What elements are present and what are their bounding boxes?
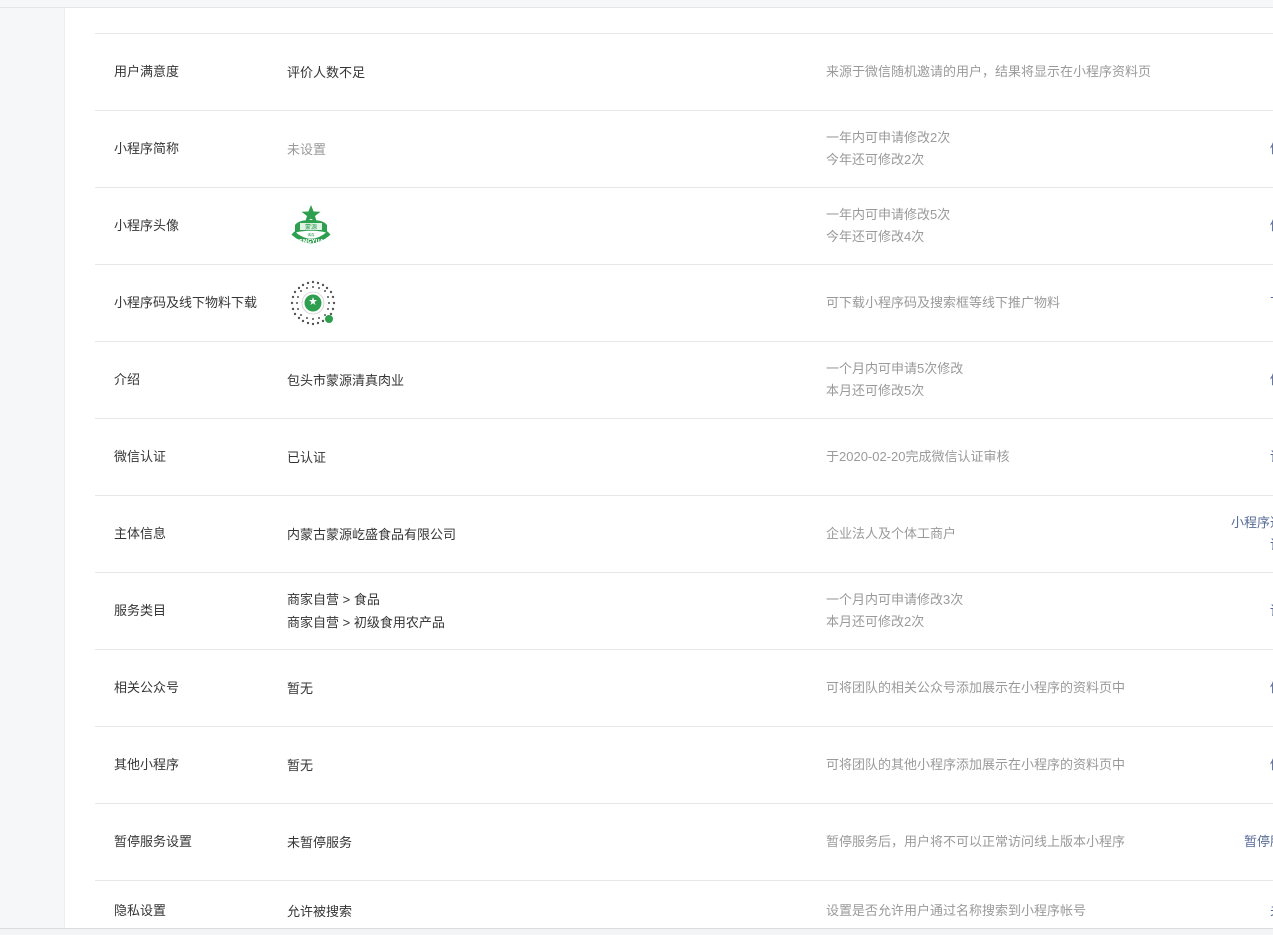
basic-settings-panel: 用户满意度 评价人数不足 来源于微信随机邀请的用户，结果将显示在小程序资料页 小… bbox=[65, 8, 1273, 928]
row-user-satisfaction: 用户满意度 评价人数不足 来源于微信随机邀请的用户，结果将显示在小程序资料页 bbox=[95, 33, 1273, 110]
row-pause-service: 暂停服务设置 未暂停服务 暂停服务后，用户将不可以正常访问线上版本小程序 暂停服 bbox=[95, 803, 1273, 880]
svg-text:MENGYUAN: MENGYUAN bbox=[294, 239, 329, 245]
row-description: 可将团队的其他小程序添加展示在小程序的资料页中 bbox=[826, 757, 1126, 772]
svg-text:清真: 清真 bbox=[308, 232, 316, 237]
row-description: 一个月内可申请修改3次 本月还可修改2次 bbox=[826, 592, 964, 629]
row-label: 微信认证 bbox=[114, 449, 167, 464]
row-label: 小程序简称 bbox=[114, 141, 180, 156]
row-description: 暂停服务后，用户将不可以正常访问线上版本小程序 bbox=[826, 834, 1126, 849]
row-value: 评价人数不足 bbox=[287, 64, 366, 80]
row-label: 服务类目 bbox=[114, 603, 167, 618]
top-bar bbox=[0, 0, 1273, 8]
row-value: 暂无 bbox=[287, 680, 314, 696]
row-description: 一个月内可申请5次修改 本月还可修改5次 bbox=[826, 361, 964, 398]
svg-text:蒙源: 蒙源 bbox=[305, 223, 317, 231]
migrate-mini-program-link[interactable]: 小程序迁 bbox=[1231, 512, 1273, 534]
settings-list: 用户满意度 评价人数不足 来源于微信随机邀请的用户，结果将显示在小程序资料页 小… bbox=[95, 33, 1273, 928]
row-privacy-settings: 隐私设置 允许被搜索 设置是否允许用户通过名称搜索到小程序帐号 关 bbox=[95, 880, 1273, 928]
row-introduction: 介绍 包头市蒙源清真肉业 一个月内可申请5次修改本月还可修改5次 修 bbox=[95, 341, 1273, 418]
row-label: 小程序头像 bbox=[114, 218, 180, 233]
row-value: 包头市蒙源清真肉业 bbox=[287, 372, 405, 388]
row-label: 介绍 bbox=[114, 372, 141, 387]
entity-actions: 小程序迁 详 bbox=[1231, 496, 1273, 572]
row-value: 已认证 bbox=[287, 449, 327, 465]
row-label: 用户满意度 bbox=[114, 64, 180, 79]
row-label: 小程序码及线下物料下载 bbox=[114, 295, 258, 310]
row-description: 企业法人及个体工商户 bbox=[826, 526, 957, 541]
row-other-mini-programs: 其他小程序 暂无 可将团队的其他小程序添加展示在小程序的资料页中 修 bbox=[95, 726, 1273, 803]
row-value: 内蒙古蒙源屹盛食品有限公司 bbox=[287, 526, 457, 542]
row-description: 来源于微信随机邀请的用户，结果将显示在小程序资料页 bbox=[826, 64, 1152, 79]
pause-service-link[interactable]: 暂停服 bbox=[1244, 804, 1273, 880]
row-description: 一年内可申请修改2次 今年还可修改2次 bbox=[826, 130, 951, 167]
row-label: 隐私设置 bbox=[114, 903, 167, 918]
row-wechat-verification: 微信认证 已认证 于2020-02-20完成微信认证审核 详 bbox=[95, 418, 1273, 495]
row-label: 其他小程序 bbox=[114, 757, 180, 772]
category-item: 商家自营 > 食品 bbox=[287, 592, 380, 607]
row-avatar: 小程序头像 蒙源 MENGYUAN 清真 一年内可申请修改5次 今年还可修改4次 … bbox=[95, 187, 1273, 264]
row-value: 商家自营 > 食品 商家自营 > 初级食用农产品 bbox=[287, 573, 717, 649]
row-label: 相关公众号 bbox=[114, 680, 180, 695]
row-value: 允许被搜索 bbox=[287, 903, 353, 919]
row-description: 可将团队的相关公众号添加展示在小程序的资料页中 bbox=[826, 680, 1126, 695]
row-value bbox=[288, 265, 718, 341]
row-related-official-account: 相关公众号 暂无 可将团队的相关公众号添加展示在小程序的资料页中 修 bbox=[95, 649, 1273, 726]
row-value: 未暂停服务 bbox=[287, 834, 353, 850]
mini-program-code-icon bbox=[289, 279, 337, 327]
row-description: 一年内可申请修改5次 今年还可修改4次 bbox=[826, 207, 951, 244]
row-description: 设置是否允许用户通过名称搜索到小程序帐号 bbox=[826, 903, 1087, 918]
row-value: 蒙源 MENGYUAN 清真 bbox=[288, 188, 718, 264]
row-label: 主体信息 bbox=[114, 526, 167, 541]
row-service-category: 服务类目 商家自营 > 食品 商家自营 > 初级食用农产品 一个月内可申请修改3… bbox=[95, 572, 1273, 649]
category-item: 商家自营 > 初级食用农产品 bbox=[287, 615, 445, 630]
row-label: 暂停服务设置 bbox=[114, 834, 193, 849]
row-description: 于2020-02-20完成微信认证审核 bbox=[826, 449, 1010, 464]
brand-logo-avatar: 蒙源 MENGYUAN 清真 bbox=[291, 205, 331, 245]
row-value: 暂无 bbox=[287, 757, 314, 773]
left-sidebar bbox=[0, 8, 65, 934]
row-value: 未设置 bbox=[287, 141, 327, 157]
row-short-name: 小程序简称 未设置 一年内可申请修改2次今年还可修改2次 修 bbox=[95, 110, 1273, 187]
row-entity-info: 主体信息 内蒙古蒙源屹盛食品有限公司 企业法人及个体工商户 小程序迁 详 bbox=[95, 495, 1273, 572]
row-qr-download: 小程序码及线下物料下载 可下载小程序码及搜索框等线下推广物料 bbox=[95, 264, 1273, 341]
row-description: 可下载小程序码及搜索框等线下推广物料 bbox=[826, 295, 1061, 310]
